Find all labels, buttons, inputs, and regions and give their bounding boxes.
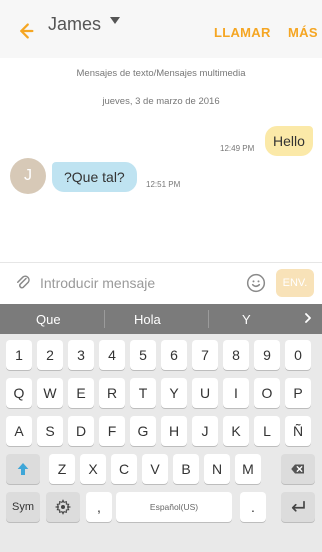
key[interactable]: D [68,416,94,446]
send-button[interactable]: ENV. [276,269,314,297]
call-button[interactable]: LLAMAR [214,25,271,40]
backspace-key[interactable] [281,454,315,484]
key[interactable]: Z [49,454,75,484]
outgoing-message-bubble[interactable]: Hello [265,126,313,156]
key[interactable]: Q [6,378,32,408]
key[interactable]: K [223,416,249,446]
message-input[interactable]: Introducir mensaje [40,272,230,294]
gear-icon [54,499,72,515]
suggestion-item[interactable]: Que [36,312,61,327]
key[interactable]: V [142,454,168,484]
key[interactable]: I [223,378,249,408]
outgoing-timestamp: 12:49 PM [220,144,255,153]
key[interactable]: 5 [130,340,156,370]
key[interactable]: P [285,378,311,408]
app-header: James LLAMAR MÁS [0,0,322,58]
conversation-area: Mensajes de texto/Mensajes multimedia ju… [0,58,322,260]
enter-key[interactable] [281,492,315,522]
emoji-icon[interactable] [246,273,266,293]
key[interactable]: 7 [192,340,218,370]
key[interactable]: Ñ [285,416,311,446]
comma-key[interactable]: , [86,492,112,522]
key[interactable]: U [192,378,218,408]
key[interactable]: N [204,454,230,484]
back-arrow-icon[interactable] [14,20,36,42]
backspace-icon [291,464,304,474]
incoming-timestamp: 12:51 PM [146,180,181,189]
key[interactable]: M [235,454,261,484]
chevron-right-icon[interactable] [303,313,313,323]
suggestion-item[interactable]: Y [242,312,251,327]
date-separator: jueves, 3 de marzo de 2016 [102,96,220,107]
sym-key[interactable]: Sym [6,492,40,522]
key[interactable]: E [68,378,94,408]
key[interactable]: C [111,454,137,484]
settings-key[interactable] [46,492,80,522]
shift-key[interactable] [6,454,40,484]
key[interactable]: X [80,454,106,484]
more-button[interactable]: MÁS [288,25,318,40]
shift-arrow-icon [17,463,29,475]
key[interactable]: Y [161,378,187,408]
key[interactable]: G [130,416,156,446]
key[interactable]: A [6,416,32,446]
key[interactable]: O [254,378,280,408]
key[interactable]: T [130,378,156,408]
avatar[interactable]: J [10,158,46,194]
key[interactable]: 8 [223,340,249,370]
key[interactable]: 3 [68,340,94,370]
suggestion-item[interactable]: Hola [134,312,161,327]
on-screen-keyboard: 1 2 3 4 5 6 7 8 9 0 Q W E R T Y U I O P … [0,334,322,552]
contact-dropdown-icon[interactable] [110,17,120,24]
key[interactable]: W [37,378,63,408]
suggestion-divider [208,310,209,328]
key[interactable]: J [192,416,218,446]
key[interactable]: S [37,416,63,446]
space-key[interactable]: Español(US) [116,492,232,522]
suggestion-divider [104,310,105,328]
enter-icon [291,500,305,512]
period-key[interactable]: . [240,492,266,522]
key[interactable]: 0 [285,340,311,370]
key[interactable]: 6 [161,340,187,370]
key[interactable]: L [254,416,280,446]
key[interactable]: 9 [254,340,280,370]
key[interactable]: B [173,454,199,484]
key[interactable]: 2 [37,340,63,370]
suggestion-bar: Que Hola Y [0,304,322,334]
contact-name[interactable]: James [48,14,101,35]
key[interactable]: F [99,416,125,446]
key[interactable]: 1 [6,340,32,370]
message-type-label: Mensajes de texto/Mensajes multimedia [76,68,246,79]
message-composer: Introducir mensaje ENV. [0,262,322,302]
key[interactable]: 4 [99,340,125,370]
attachment-icon[interactable] [14,274,32,292]
incoming-message-bubble[interactable]: ?Que tal? [52,162,137,192]
key[interactable]: R [99,378,125,408]
key[interactable]: H [161,416,187,446]
